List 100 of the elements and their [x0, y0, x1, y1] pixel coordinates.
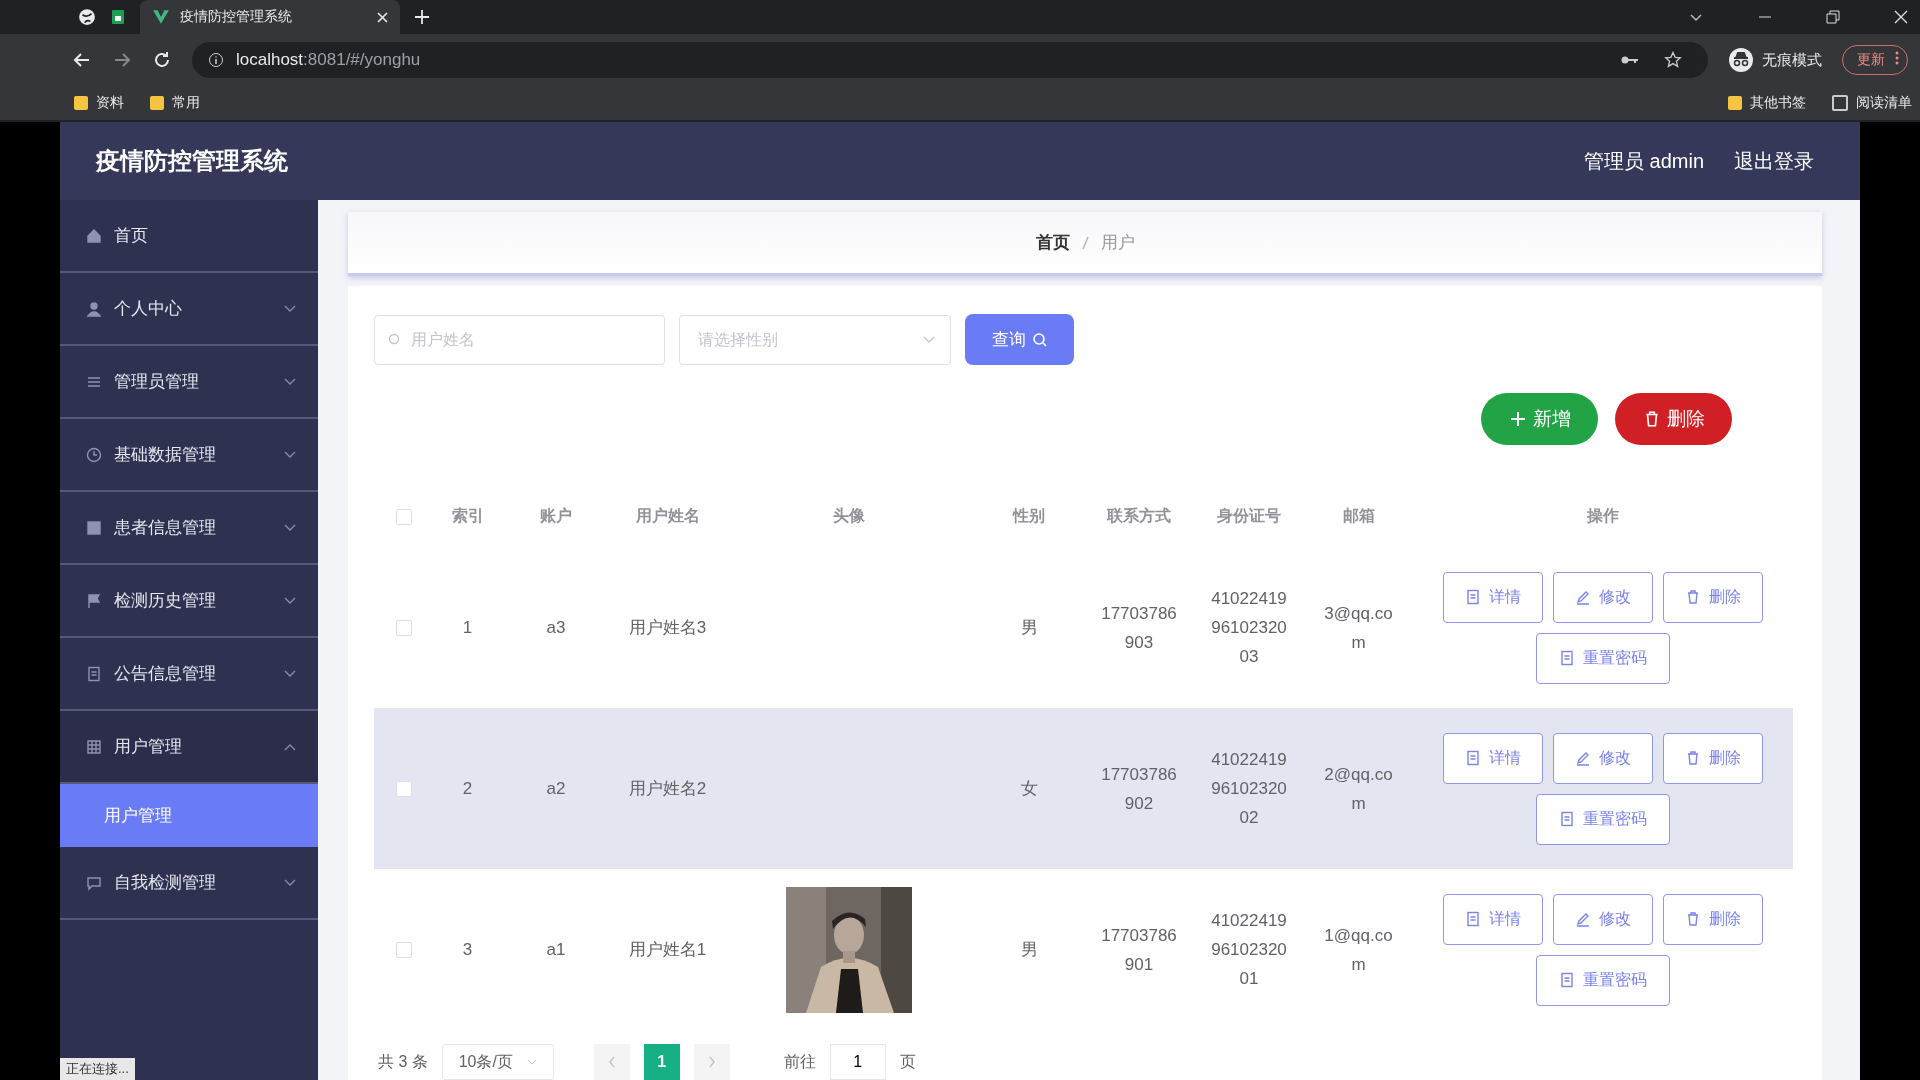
plus-icon: [1508, 410, 1527, 428]
chevron-up-icon: [284, 742, 296, 751]
restore-icon[interactable]: [1826, 10, 1840, 24]
table-cell-text: 用户姓名3: [628, 617, 707, 639]
pencil-icon: [1575, 589, 1591, 605]
incognito-icon: [1728, 47, 1754, 73]
reset-password-button[interactable]: 重置密码: [1536, 793, 1670, 845]
v-logo-icon: [152, 8, 170, 26]
menu-item-icon: [86, 227, 102, 244]
menu-item-icon: [86, 300, 102, 317]
table-cell-text: 3@qq.com: [1323, 602, 1394, 654]
breadcrumb-separator: [1081, 235, 1089, 250]
info-icon: [208, 52, 224, 68]
breadcrumb-item[interactable]: 首页: [1035, 231, 1070, 254]
star-icon[interactable]: [1664, 51, 1682, 69]
table-cell-text: 410224199610232003: [1210, 588, 1288, 668]
document-icon: [1559, 972, 1575, 988]
incognito-button[interactable]: 无痕模式: [1728, 47, 1822, 73]
query-button[interactable]: 查询: [965, 314, 1074, 365]
column-header: 用户姓名: [635, 506, 700, 524]
chevron-down-icon: [284, 450, 296, 459]
address-field[interactable]: localhost:8081/#/yonghu: [192, 42, 1708, 78]
delete-button[interactable]: 删除: [1615, 393, 1732, 445]
chevron-left-icon: [607, 1056, 616, 1068]
breadcrumb-item: 用户: [1100, 232, 1135, 254]
table-cell-text: 1@qq.com: [1323, 924, 1394, 976]
row-checkbox[interactable]: [396, 620, 412, 636]
submenu-item[interactable]: 用户管理: [60, 784, 318, 847]
name-search-field[interactable]: 用户姓名: [374, 314, 665, 365]
chevron-down-icon: [284, 304, 296, 313]
close-icon[interactable]: [1894, 10, 1908, 24]
new-tab-icon[interactable]: [414, 9, 430, 25]
delete-button[interactable]: 删除: [1663, 571, 1763, 623]
goto-label: 前往: [783, 1051, 816, 1072]
menu-item-icon: [86, 519, 102, 536]
pencil-icon: [1575, 911, 1591, 927]
reset-password-button[interactable]: 重置密码: [1536, 954, 1670, 1006]
details-button[interactable]: 详情: [1443, 571, 1543, 623]
bookmark-folder[interactable]: 资料: [74, 94, 124, 112]
globe-icon[interactable]: [78, 8, 96, 26]
trash-icon: [1685, 589, 1701, 605]
page-unit-label: 页: [899, 1051, 916, 1072]
sidebar-item[interactable]: 患者信息管理: [60, 492, 318, 565]
select-all-checkbox[interactable]: [396, 508, 412, 525]
table-cell: a3: [546, 617, 566, 638]
table-cell-text: 17703786902: [1100, 763, 1178, 815]
delete-button[interactable]: 删除: [1663, 893, 1763, 945]
page-input[interactable]: 1: [829, 1044, 886, 1080]
column-header: 邮箱: [1342, 506, 1375, 524]
pencil-icon: [1575, 750, 1591, 766]
menu-item-icon: [86, 665, 102, 682]
document-icon: [1559, 650, 1575, 666]
trash-icon: [1685, 911, 1701, 927]
search-icon: [1031, 331, 1048, 348]
reset-password-button[interactable]: 重置密码: [1536, 632, 1670, 684]
details-button[interactable]: 详情: [1443, 893, 1543, 945]
bookmark-folder[interactable]: 常用: [150, 94, 200, 112]
table-cell-text: 用户姓名2: [628, 778, 707, 800]
sidebar-item[interactable]: 用户管理: [60, 711, 318, 784]
menu-item-icon: [86, 738, 102, 755]
logout-link[interactable]: 退出登录: [1734, 147, 1814, 175]
table-cell-text: 男: [1019, 939, 1039, 961]
bookmark-folder[interactable]: 其他书签: [1728, 94, 1806, 112]
table-cell: 2: [462, 778, 473, 799]
table-cell: a1: [546, 939, 566, 960]
browser-tab[interactable]: 疫情防控管理系统: [140, 0, 400, 34]
column-header: 身份证号: [1217, 506, 1281, 524]
sidebar-item[interactable]: 检测历史管理: [60, 565, 318, 638]
menu-item-icon: [86, 592, 102, 609]
sidebar-item[interactable]: 个人中心: [60, 273, 318, 346]
menu-item-icon: [86, 446, 102, 463]
reading-list-button[interactable]: 阅读清单: [1832, 94, 1912, 112]
row-checkbox[interactable]: [396, 781, 412, 797]
table-cell-text: 410224199610232002: [1210, 749, 1288, 829]
chevron-down-icon: [526, 1059, 537, 1065]
reload-icon[interactable]: [152, 50, 172, 70]
sidebar-item[interactable]: 管理员管理: [60, 346, 318, 419]
sidebar-item[interactable]: 首页: [60, 200, 318, 273]
menu-item-icon: [86, 874, 102, 891]
row-checkbox[interactable]: [396, 942, 412, 958]
app-title: 疫情防控管理系统: [96, 146, 288, 176]
trash-icon: [1685, 750, 1701, 766]
document-icon: [1559, 811, 1575, 827]
chevron-right-icon: [707, 1056, 716, 1068]
table-cell-text: 17703786901: [1100, 924, 1178, 976]
sheet-icon[interactable]: [110, 8, 126, 26]
search-icon: [388, 332, 402, 347]
close-icon[interactable]: [377, 11, 388, 23]
table-cell: 3: [462, 939, 473, 960]
document-icon: [1465, 589, 1481, 605]
page-size-select[interactable]: 10条/页: [441, 1044, 554, 1080]
chevron-down-icon: [284, 669, 296, 678]
table-cell-text: 女: [1019, 778, 1039, 800]
sidebar-item[interactable]: 自我检测管理: [60, 847, 318, 920]
details-button[interactable]: 详情: [1443, 732, 1543, 784]
table-cell: a2: [546, 778, 566, 799]
sidebar-item[interactable]: 基础数据管理: [60, 419, 318, 492]
delete-button[interactable]: 删除: [1663, 732, 1763, 784]
column-header: 头像: [833, 506, 865, 524]
gender-select[interactable]: 请选择性别: [679, 314, 951, 365]
